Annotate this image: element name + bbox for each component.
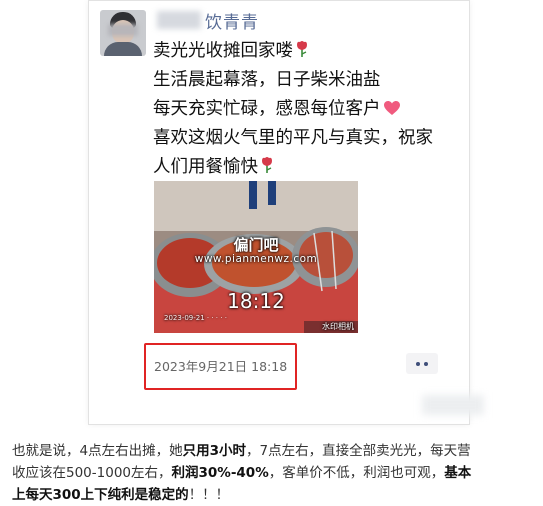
post-text: 卖光光收摊回家喽 生活晨起幕落，日子柴米油盐 每天充实忙碌，感恩每位客户 喜欢这… bbox=[153, 37, 453, 182]
watermark-site-name: 偏门吧 bbox=[233, 236, 279, 254]
article-paragraph: 也就是说，4点左右出摊，她只用3小时，7点左右，直接全部卖光光，每天营 收应该在… bbox=[12, 440, 537, 506]
rose-icon bbox=[262, 157, 272, 173]
blurred-watermark bbox=[422, 395, 484, 415]
post-line-5: 人们用餐愉快 bbox=[153, 153, 453, 182]
more-dots-icon bbox=[424, 361, 428, 366]
watermark-url: www.pianmenwz.com bbox=[194, 253, 318, 265]
more-button[interactable] bbox=[406, 353, 438, 374]
avatar[interactable] bbox=[100, 10, 146, 56]
photo-caption-small: 2023-09-21 · · · · · bbox=[164, 314, 227, 322]
post-line-4: 喜欢这烟火气里的平凡与真实，祝家 bbox=[153, 128, 433, 148]
rose-icon bbox=[297, 41, 307, 57]
author-name[interactable]: 饮青青 bbox=[205, 8, 259, 33]
post-line-3: 每天充实忙碌，感恩每位客户 bbox=[153, 95, 453, 124]
photo-time-overlay: 18:12 bbox=[227, 289, 285, 313]
heart-icon bbox=[383, 101, 400, 115]
camera-label: 水印相机 bbox=[322, 322, 354, 331]
post-photo[interactable]: 偏门吧 www.pianmenwz.com 18:12 2023-09-21 ·… bbox=[154, 181, 358, 333]
post-line-2: 生活晨起幕落，日子柴米油盐 bbox=[153, 70, 381, 90]
blurred-name-prefix bbox=[157, 11, 201, 29]
article-line-2: 收应该在500-1000左右，利润30%-40%，客单价不低，利润也可观，基本 bbox=[12, 465, 472, 481]
more-dots-icon bbox=[416, 361, 420, 366]
article-line-1: 也就是说，4点左右出摊，她只用3小时，7点左右，直接全部卖光光，每天营 bbox=[12, 443, 471, 459]
post-timestamp: 2023年9月21日 18:18 bbox=[154, 359, 288, 374]
post-line-1: 卖光光收摊回家喽 bbox=[153, 37, 453, 66]
